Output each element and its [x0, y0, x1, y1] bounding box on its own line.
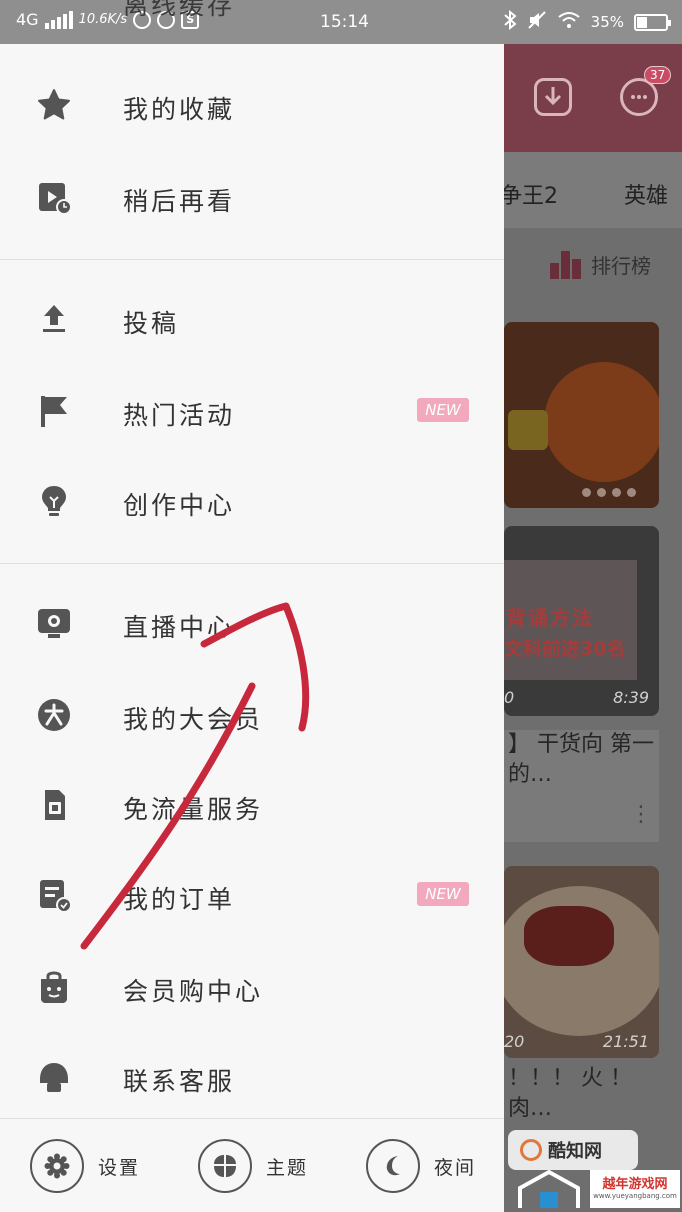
- mute-icon: [527, 10, 547, 34]
- menu-label: 联系客服: [123, 1067, 236, 1096]
- menu-item-offline-cache-partial[interactable]: 离线缓存: [123, 0, 235, 22]
- status-bar: 4G 10.6K/s S 15:14 35%: [0, 0, 682, 44]
- play-count: 0: [504, 688, 515, 707]
- shopping-bag-icon: [41, 971, 67, 1003]
- new-badge: NEW: [417, 398, 469, 422]
- watch-later-icon: [39, 183, 72, 215]
- settings-button[interactable]: 设置: [30, 1139, 140, 1193]
- battery-fill: [637, 16, 647, 28]
- signal-icon: [44, 10, 73, 29]
- watermark-site: 越年游戏网 www.yueyangbang.com: [590, 1170, 680, 1208]
- new-badge: NEW: [417, 882, 469, 906]
- clock: 15:14: [320, 12, 369, 32]
- thumbnail-title: 背诵方法: [506, 606, 594, 630]
- divider: [0, 259, 504, 260]
- watermark-logo: 酷知网: [508, 1130, 638, 1170]
- menu-item-creator-center[interactable]: 创作中心: [0, 456, 504, 546]
- thumbnail-subtitle: 文科前进30名: [504, 638, 626, 660]
- video-duration: 8:39: [613, 688, 649, 707]
- navigation-drawer: 我的收藏 稍后再看 投稿 热门活动 NEW 创作中心 直播中心 我的大会员 免流…: [0, 44, 504, 1212]
- watermark-house-logo: [518, 1169, 580, 1208]
- message-count-badge: 37: [644, 66, 672, 84]
- order-icon: [40, 880, 72, 913]
- menu-item-vip-shop[interactable]: 会员购中心: [0, 942, 504, 1032]
- play-count: 20: [504, 1032, 525, 1051]
- ranking-label: 排行榜: [591, 254, 651, 278]
- headset-icon: [40, 1063, 68, 1092]
- video-card[interactable]: 背诵方法 文科前进30名 0 8:39: [504, 526, 659, 716]
- menu-item-vip[interactable]: 我的大会员: [0, 670, 504, 760]
- menu-label: 我的订单: [123, 885, 236, 914]
- gear-icon: [30, 1139, 84, 1193]
- upload-icon: [43, 305, 65, 332]
- theme-button[interactable]: 主题: [198, 1139, 308, 1193]
- menu-label: 直播中心: [123, 613, 236, 642]
- flag-icon: [41, 396, 67, 427]
- banner-card[interactable]: [504, 322, 659, 508]
- menu-item-hot-events[interactable]: 热门活动 NEW: [0, 366, 504, 456]
- menu-item-watch-later[interactable]: 稍后再看: [0, 152, 504, 242]
- night-mode-label: 夜间: [434, 1156, 477, 1179]
- ranking-link[interactable]: 排行榜: [550, 250, 651, 279]
- menu-item-upload[interactable]: 投稿: [0, 274, 504, 364]
- battery-percent: 35%: [590, 13, 624, 31]
- network-speed: 10.6K/s: [78, 12, 128, 27]
- background-app: 37 争王2 英雄 排行榜 背诵方法 文科前进30名 0 8:39 】 干货向 …: [500, 44, 682, 1212]
- video-caption: ！！！ 火 ！ 肉…: [508, 1066, 632, 1121]
- menu-label: 投稿: [123, 309, 180, 338]
- more-options-icon[interactable]: ⋮: [630, 802, 652, 827]
- divider: [0, 563, 504, 564]
- menu-label: 我的收藏: [123, 95, 236, 124]
- wifi-icon: [557, 11, 581, 33]
- ranking-icon: [550, 250, 581, 279]
- sim-card-icon: [45, 790, 65, 820]
- menu-label: 我的大会员: [123, 705, 264, 734]
- menu-label: 稍后再看: [123, 187, 236, 216]
- menu-item-live-center[interactable]: 直播中心: [0, 578, 504, 668]
- menu-label: 热门活动: [123, 401, 236, 430]
- theme-label: 主题: [266, 1156, 309, 1179]
- settings-label: 设置: [98, 1156, 141, 1179]
- video-duration: 21:51: [602, 1032, 649, 1051]
- menu-label: 免流量服务: [123, 795, 264, 824]
- tab-2[interactable]: 英雄: [624, 178, 668, 210]
- tab-1[interactable]: 争王2: [500, 178, 558, 210]
- vip-icon: [38, 699, 70, 731]
- lightbulb-icon: [42, 486, 66, 516]
- menu-item-customer-service[interactable]: 联系客服: [0, 1032, 504, 1122]
- menu-label: 会员购中心: [123, 977, 264, 1006]
- bluetooth-icon: [503, 9, 517, 34]
- drawer-bottom-bar: 设置 主题 夜间: [0, 1118, 504, 1212]
- status-right: 35%: [503, 9, 671, 34]
- star-icon: [38, 89, 70, 120]
- video-card[interactable]: 20 21:51: [504, 866, 659, 1058]
- moon-icon: [366, 1139, 420, 1193]
- menu-item-orders[interactable]: 我的订单 NEW: [0, 850, 504, 940]
- battery-icon: [634, 13, 671, 31]
- banner-pager: [582, 488, 636, 497]
- menu-item-free-data[interactable]: 免流量服务: [0, 760, 504, 850]
- category-tabs: 争王2 英雄: [500, 152, 682, 228]
- theme-icon: [198, 1139, 252, 1193]
- live-icon: [38, 609, 70, 638]
- menu-label: 创作中心: [123, 491, 236, 520]
- night-mode-button[interactable]: 夜间: [366, 1139, 476, 1193]
- download-icon[interactable]: [534, 78, 572, 116]
- menu-item-favorites[interactable]: 我的收藏: [0, 60, 504, 150]
- network-type: 4G: [16, 10, 39, 29]
- app-header: 37: [504, 44, 682, 152]
